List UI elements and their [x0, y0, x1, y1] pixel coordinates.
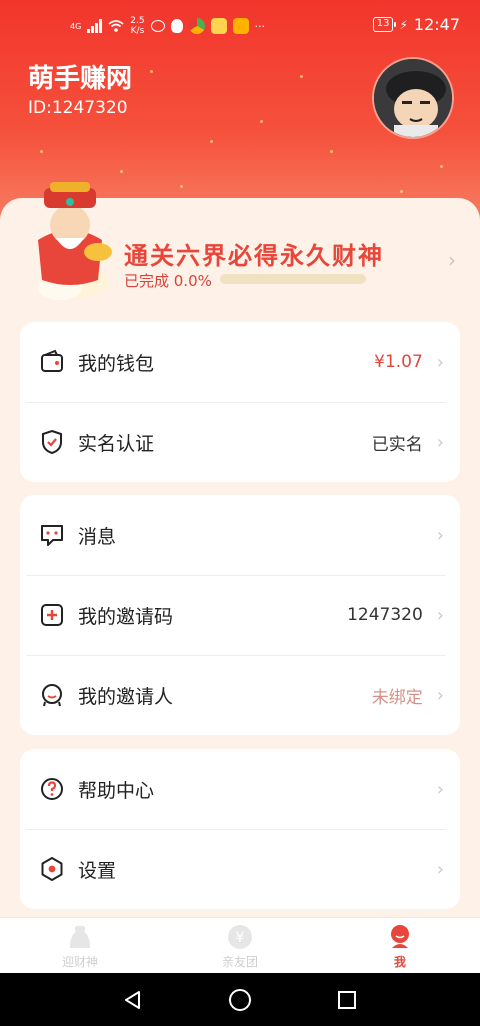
wechat-icon [150, 20, 165, 32]
network-type: 4G [70, 21, 82, 31]
inviter-icon [38, 681, 66, 709]
menu-label: 我的邀请码 [78, 605, 174, 628]
chevron-right-icon: › [448, 248, 456, 272]
recents-icon[interactable] [336, 989, 358, 1011]
battery-icon: 13 [372, 17, 397, 32]
profile-icon [391, 925, 409, 948]
system-nav-bar [0, 973, 480, 1026]
video-app-icon [232, 18, 249, 34]
menu-row-messages[interactable]: 消息 › [20, 495, 460, 575]
qq-icon [170, 19, 183, 33]
help-icon [38, 775, 66, 803]
settings-icon [38, 855, 66, 883]
menu-row-inviter[interactable]: 我的邀请人 未绑定 › [20, 655, 460, 735]
social-card: 消息 › 我的邀请码 1247320 › 我的邀请人 未绑定 › [20, 495, 460, 735]
tab-label: 我 [393, 955, 406, 969]
misc-card: 帮助中心 › 设置 › [20, 749, 460, 909]
more-icon: ··· [254, 19, 266, 33]
inviter-status: 未绑定 [371, 687, 423, 708]
home-icon[interactable] [228, 988, 252, 1012]
app-name: 萌手赚网 [28, 64, 133, 94]
account-card: 我的钱包 ¥1.07 › 实名认证 已实名 › [20, 322, 460, 482]
verification-status: 已实名 [371, 434, 423, 455]
svg-text:¥: ¥ [236, 930, 245, 946]
invite-code-icon [38, 601, 66, 629]
clock: 12:47 [413, 15, 460, 34]
menu-row-help[interactable]: 帮助中心 › [20, 749, 460, 829]
tab-friends[interactable]: ¥ 亲友团 [160, 918, 320, 973]
avatar[interactable] [372, 57, 454, 139]
chevron-right-icon: › [436, 858, 444, 880]
shield-check-icon [38, 428, 66, 456]
chevron-right-icon: › [436, 778, 444, 800]
chevron-right-icon: › [436, 604, 444, 626]
tab-label: 迎财神 [61, 955, 98, 969]
status-bar: 4G 2.5 K/s ··· 13 ⚡ 12:47 [0, 0, 480, 56]
fortune-god-illustration [38, 182, 112, 300]
menu-label: 实名认证 [78, 432, 155, 455]
browser-icon [188, 18, 205, 34]
tab-fortune-god[interactable]: 迎财神 [0, 918, 160, 973]
menu-label: 我的钱包 [78, 352, 155, 375]
chevron-right-icon: › [436, 431, 444, 453]
menu-label: 帮助中心 [78, 779, 155, 802]
promo-title: 通关六界必得永久财神 [124, 241, 384, 270]
network-speed: 2.5 K/s [130, 16, 145, 36]
wallet-balance: ¥1.07 [374, 352, 423, 372]
menu-row-settings[interactable]: 设置 › [20, 829, 460, 909]
chevron-right-icon: › [436, 351, 444, 373]
menu-label: 设置 [78, 859, 117, 882]
wifi-icon [108, 20, 124, 32]
tab-me[interactable]: 我 [320, 918, 480, 973]
invite-code-value: 1247320 [347, 605, 423, 625]
menu-label: 我的邀请人 [78, 685, 174, 708]
promo-banner[interactable]: 通关六界必得永久财神 已完成 0.0% › [20, 180, 460, 310]
coin-icon: ¥ [228, 925, 252, 949]
promo-progress-bar [220, 274, 366, 284]
fortune-god-icon [70, 926, 90, 948]
promo-progress-label: 已完成 0.0% [124, 272, 212, 290]
bottom-tab-bar: 迎财神 ¥ 亲友团 我 [0, 917, 480, 973]
message-icon [38, 521, 66, 549]
menu-label: 消息 [78, 525, 117, 548]
chevron-right-icon: › [436, 684, 444, 706]
menu-row-invite-code[interactable]: 我的邀请码 1247320 › [20, 575, 460, 655]
user-id: ID:1247320 [28, 98, 128, 118]
menu-row-wallet[interactable]: 我的钱包 ¥1.07 › [20, 322, 460, 402]
charging-icon: ⚡ [399, 17, 408, 32]
tab-label: 亲友团 [221, 955, 258, 969]
back-icon[interactable] [122, 989, 144, 1011]
app-badge-icon [210, 18, 227, 34]
menu-row-verification[interactable]: 实名认证 已实名 › [20, 402, 460, 482]
wallet-icon [38, 348, 66, 376]
signal-icon [87, 19, 103, 33]
chevron-right-icon: › [436, 524, 444, 546]
